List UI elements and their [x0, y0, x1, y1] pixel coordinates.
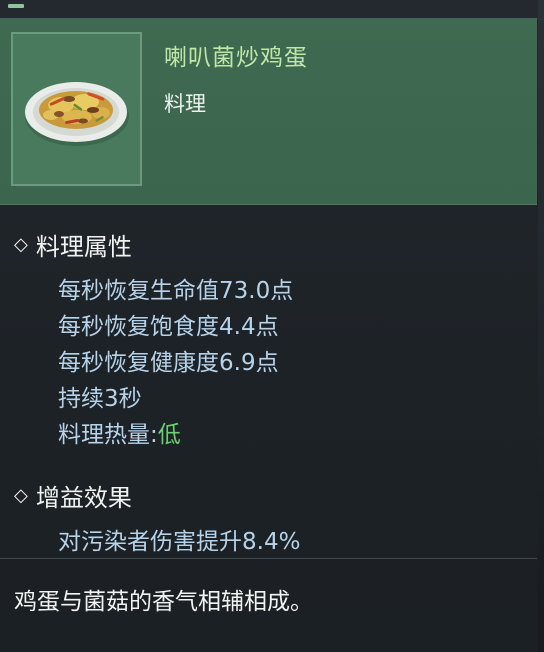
heat-value: 低	[157, 422, 181, 448]
diamond-bullet-icon: ◇	[14, 234, 28, 255]
item-type: 料理	[164, 92, 206, 116]
buff-section-title: ◇ 增益效果	[14, 478, 132, 513]
top-notch-marker	[8, 4, 24, 8]
mushroom-piece	[54, 111, 64, 117]
attributes-title-text: 料理属性	[35, 233, 132, 261]
attribute-line: 持续3秒	[58, 386, 142, 412]
mushroom-piece	[78, 118, 88, 124]
heat-label: 料理热量:	[58, 422, 158, 448]
mushroom-piece	[63, 96, 75, 102]
mushroom-egg-dish-icon	[25, 82, 129, 146]
buff-title-text: 增益效果	[35, 484, 132, 512]
tooltip-top-strip	[0, 0, 544, 19]
section-divider	[0, 558, 537, 559]
attribute-line: 每秒恢复健康度6.9点	[58, 350, 279, 376]
item-thumbnail	[11, 32, 142, 186]
buff-line: 对污染者伤害提升8.4%	[58, 529, 301, 555]
heat-line: 料理热量:低	[58, 415, 181, 449]
mushroom-piece	[87, 107, 99, 113]
item-tooltip: 喇叭菌炒鸡蛋 料理 ◇ 料理属性 每秒恢复生命值73.0点 每秒恢复饱食度4.4…	[0, 0, 544, 652]
diamond-bullet-icon: ◇	[14, 485, 28, 506]
attribute-line: 每秒恢复饱食度4.4点	[58, 314, 279, 340]
attributes-section-title: ◇ 料理属性	[14, 227, 132, 262]
item-header: 喇叭菌炒鸡蛋 料理	[0, 18, 537, 205]
attribute-line: 每秒恢复生命值73.0点	[58, 278, 294, 304]
flavor-text: 鸡蛋与菌菇的香气相辅相成。	[14, 589, 313, 615]
item-name: 喇叭菌炒鸡蛋	[164, 45, 308, 71]
